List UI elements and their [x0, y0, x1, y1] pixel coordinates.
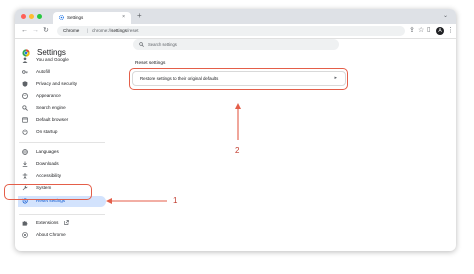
- globe-icon: [22, 149, 28, 155]
- sidebar-divider: [19, 214, 105, 215]
- sidebar-item-label: Search engine: [36, 105, 66, 110]
- key-icon: [22, 70, 28, 74]
- url-suffix: /reset: [127, 28, 139, 33]
- sidebar-item-languages[interactable]: Languages: [18, 147, 106, 158]
- chrome-icon: [22, 232, 28, 238]
- sidebar-item-label: Privacy and security: [36, 81, 78, 86]
- sidebar-item-label: Accessibility: [36, 173, 62, 178]
- sidebar-item-label: Languages: [36, 149, 59, 154]
- new-tab-button[interactable]: +: [137, 11, 142, 21]
- omnibox-separator: |: [87, 28, 89, 33]
- tab-strip: Settings × + ⌄: [15, 9, 456, 24]
- url-path: settings: [111, 28, 127, 33]
- side-panel-icon[interactable]: ▯: [427, 26, 430, 35]
- sidebar-item-label: About Chrome: [36, 232, 66, 237]
- sidebar-item-downloads[interactable]: Downloads: [18, 159, 106, 170]
- annotation-label-1: 1: [173, 196, 178, 205]
- reload-button[interactable]: ↻: [43, 26, 49, 35]
- external-link-icon: [64, 220, 69, 225]
- forward-button[interactable]: →: [32, 26, 39, 35]
- download-icon: [22, 161, 28, 167]
- sidebar-item-appearance[interactable]: Appearance: [18, 91, 106, 102]
- annotation-highlight-restore-row: [129, 68, 348, 90]
- search-icon: [22, 105, 28, 111]
- maximize-window-button[interactable]: [37, 14, 42, 19]
- puzzle-icon: [22, 221, 28, 226]
- shield-icon: [22, 81, 28, 87]
- person-icon: [22, 57, 28, 63]
- search-input[interactable]: Search settings: [133, 39, 339, 50]
- address-bar[interactable]: Chrome | chrome://settings/reset: [57, 26, 405, 36]
- tab-search-chevron-icon[interactable]: ⌄: [443, 12, 448, 19]
- minimize-window-button[interactable]: [29, 14, 34, 19]
- palette-icon: [22, 93, 28, 99]
- sidebar-item-search-engine[interactable]: Search engine: [18, 103, 106, 114]
- annotation-highlight-sidebar: [4, 184, 92, 200]
- sidebar-item-privacy[interactable]: Privacy and security: [18, 79, 106, 90]
- sidebar-item-default-browser[interactable]: Default browser: [18, 115, 106, 126]
- sidebar-item-extensions[interactable]: Extensions: [18, 218, 106, 229]
- sidebar-item-about-chrome[interactable]: About Chrome: [18, 230, 106, 241]
- close-window-button[interactable]: [21, 14, 26, 19]
- gear-icon: [59, 15, 64, 20]
- avatar[interactable]: A: [436, 27, 444, 35]
- sidebar-item-on-startup[interactable]: On startup: [18, 127, 106, 138]
- search-placeholder: Search settings: [148, 42, 177, 47]
- tab-close-button[interactable]: ×: [122, 14, 125, 20]
- menu-kebab-icon[interactable]: ⋮: [447, 26, 454, 35]
- sidebar-item-accessibility[interactable]: Accessibility: [18, 171, 106, 182]
- sidebar-item-label: Downloads: [36, 161, 59, 166]
- sidebar-item-label: On startup: [36, 129, 58, 134]
- tab-title: Settings: [67, 15, 84, 20]
- url-prefix: chrome://: [92, 28, 112, 33]
- search-icon: [139, 42, 144, 47]
- section-title: Reset settings: [135, 61, 166, 66]
- sidebar-item-label: Extensions: [36, 220, 59, 225]
- sidebar-item-label: Appearance: [36, 93, 61, 98]
- power-icon: [22, 129, 28, 135]
- sidebar-item-you-and-google[interactable]: You and Google: [18, 55, 106, 66]
- sidebar-divider: [19, 142, 105, 143]
- omnibox-chip[interactable]: Chrome: [63, 26, 79, 36]
- back-button[interactable]: ←: [21, 26, 28, 35]
- browser-window: Settings × + ⌄ ← → ↻ Chrome | chrome://s…: [15, 9, 456, 251]
- toolbar: ← → ↻ Chrome | chrome://settings/reset ⇪…: [15, 24, 456, 39]
- sidebar-item-label: You and Google: [36, 57, 69, 62]
- accessibility-icon: [22, 173, 28, 179]
- url-text: chrome://settings/reset: [92, 26, 139, 36]
- sidebar-item-autofill[interactable]: Autofill: [18, 67, 106, 78]
- share-icon[interactable]: ⇪: [409, 26, 415, 35]
- tab-settings[interactable]: Settings ×: [53, 12, 131, 24]
- sidebar-item-label: Default browser: [36, 117, 69, 122]
- annotation-label-2: 2: [235, 146, 240, 155]
- sidebar-item-label: Autofill: [36, 69, 50, 74]
- browser-icon: [22, 117, 28, 123]
- bookmark-star-icon[interactable]: ☆: [418, 26, 424, 35]
